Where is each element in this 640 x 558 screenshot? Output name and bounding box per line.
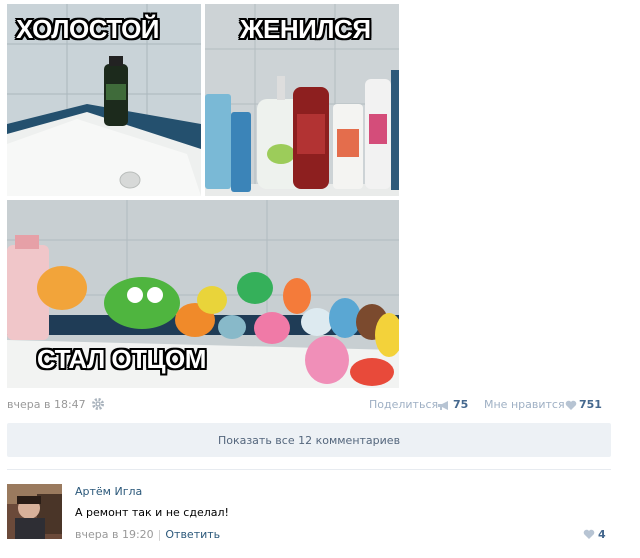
photo-father[interactable]: СТАЛ ОТЦОМ: [7, 200, 399, 388]
separator: |: [157, 528, 162, 541]
comment-footer: вчера в 19:20 | Ответить: [75, 528, 220, 541]
comment-like-count: 4: [598, 528, 606, 541]
megaphone-icon: [438, 401, 448, 410]
like-count: 751: [579, 398, 602, 411]
caption-father: СТАЛ ОТЦОМ: [37, 344, 206, 374]
divider: [7, 469, 611, 470]
avatar[interactable]: [7, 484, 62, 539]
caption-bachelor: ХОЛОСТОЙ: [16, 14, 160, 44]
share-count: 75: [453, 398, 469, 411]
show-all-comments-label: Показать все 12 комментариев: [217, 433, 401, 447]
share-button[interactable]: Поделиться: [369, 398, 438, 411]
reply-button[interactable]: Ответить: [165, 528, 220, 541]
photo-married[interactable]: ЖЕНИЛСЯ: [205, 4, 399, 196]
post-time[interactable]: вчера в 18:47: [7, 398, 86, 411]
caption-married: ЖЕНИЛСЯ: [240, 14, 371, 44]
heart-icon: [565, 400, 577, 410]
photo-bachelor[interactable]: ХОЛОСТОЙ: [7, 4, 201, 196]
post-meta: вчера в 18:47 Поделиться 75 Мне нравится…: [7, 396, 605, 414]
show-all-comments-button[interactable]: Показать все 12 комментариев: [7, 423, 611, 457]
comment-time[interactable]: вчера в 19:20: [75, 528, 154, 541]
like-button[interactable]: Мне нравится: [484, 398, 565, 411]
comment-text: А ремонт так и не сделал!: [75, 506, 229, 519]
heart-icon: [583, 529, 595, 539]
comment-author[interactable]: Артём Игла: [75, 485, 142, 498]
avatar-image: [7, 484, 62, 539]
